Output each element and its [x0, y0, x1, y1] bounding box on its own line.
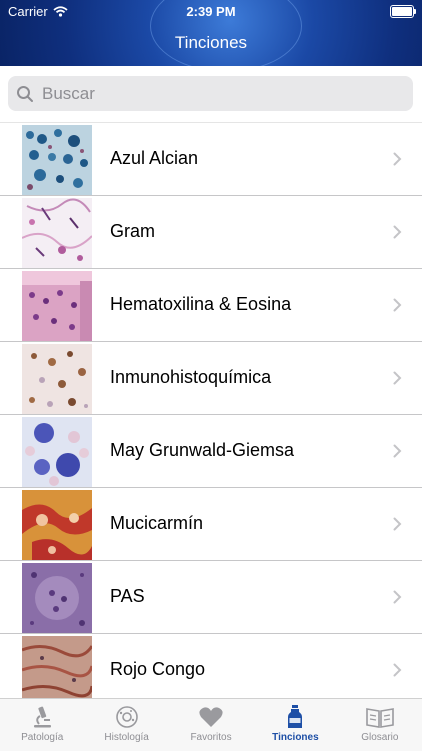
tab-label: Favoritos [190, 732, 232, 743]
cell-icon [115, 706, 138, 728]
chevron-right-icon [393, 590, 402, 604]
list-item-mucicarmin[interactable]: Mucicarmín [0, 488, 422, 561]
tab-label: Patología [21, 732, 64, 743]
tab-label: Histología [104, 732, 149, 743]
hematoxilina-eosina-thumbnail [22, 271, 92, 341]
rojo-congo-thumbnail [22, 636, 92, 698]
list-item-label: May Grunwald-Giemsa [110, 440, 295, 460]
tab-glosario[interactable]: Glosario [338, 699, 422, 751]
tab-patologia[interactable]: Patología [0, 699, 84, 751]
search-bar[interactable] [8, 76, 413, 111]
status-time: 2:39 PM [186, 4, 236, 19]
page-title: Tinciones [174, 33, 248, 52]
chevron-right-icon [393, 225, 402, 239]
tab-favoritos[interactable]: Favoritos [169, 699, 253, 751]
list-item-label: Hematoxilina & Eosina [110, 294, 292, 314]
bottle-icon [288, 705, 303, 728]
chevron-right-icon [393, 663, 402, 677]
tab-label: Tinciones [272, 732, 319, 743]
chevron-right-icon [393, 298, 402, 312]
list-item-label: Inmunohistoquímica [110, 367, 272, 387]
book-icon [366, 708, 394, 728]
heart-icon [199, 707, 223, 727]
chevron-right-icon [393, 152, 402, 166]
azul-alcian-thumbnail [22, 125, 92, 195]
chevron-right-icon [393, 444, 402, 458]
list-item-label: Rojo Congo [110, 659, 206, 679]
chevron-right-icon [393, 517, 402, 531]
list-item-rojo-congo[interactable]: Rojo Congo [0, 634, 422, 698]
list-item-inmunohistoquimica[interactable]: Inmunohistoquímica [0, 342, 422, 415]
inmunohistoquimica-thumbnail [22, 344, 92, 414]
mucicarmin-thumbnail [22, 490, 92, 560]
list-item-hematoxilina-eosina[interactable]: Hematoxilina & Eosina [0, 269, 422, 342]
tab-bar: Patología Histología Favoritos Tinciones [0, 698, 422, 751]
chevron-right-icon [393, 371, 402, 385]
list-item-label: PAS [110, 586, 145, 606]
stain-list: Azul Alcian Gram Hematoxilina & Eosina I… [0, 123, 422, 698]
microscope-icon [34, 706, 52, 728]
list-item-pas[interactable]: PAS [0, 561, 422, 634]
gram-thumbnail [22, 198, 92, 268]
battery-icon [390, 5, 416, 18]
list-item-label: Mucicarmín [110, 513, 204, 533]
search-icon [17, 85, 33, 102]
header-bar: Carrier 2:39 PM Tinciones [0, 0, 422, 72]
list-item-may-grunwald-giemsa[interactable]: May Grunwald-Giemsa [0, 415, 422, 488]
list-item-label: Azul Alcian [110, 148, 199, 168]
tab-label: Glosario [361, 732, 399, 743]
list-item-label: Gram [110, 221, 155, 241]
search-container [0, 66, 422, 123]
status-bar: Carrier 2:39 PM [0, 0, 422, 24]
list-item-azul-alcian[interactable]: Azul Alcian [0, 123, 422, 196]
tab-histologia[interactable]: Histología [84, 699, 168, 751]
search-input[interactable] [40, 82, 384, 105]
may-grunwald-giemsa-thumbnail [22, 417, 92, 487]
tab-tinciones[interactable]: Tinciones [253, 699, 337, 751]
list-item-gram[interactable]: Gram [0, 196, 422, 269]
pas-thumbnail [22, 563, 92, 633]
